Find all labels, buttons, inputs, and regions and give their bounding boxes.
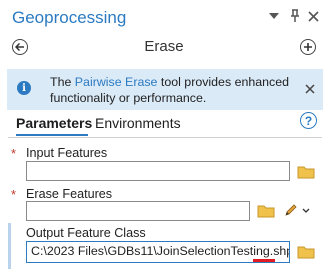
sketch-dropdown-icon[interactable]: [302, 206, 310, 216]
close-icon[interactable]: [305, 8, 321, 24]
tab-parameters[interactable]: Parameters: [16, 115, 92, 131]
tab-environments[interactable]: Environments: [95, 115, 181, 131]
pin-icon[interactable]: [287, 8, 303, 24]
erase-features-browse-folder-icon[interactable]: [257, 204, 275, 223]
input-features-browse-folder-icon[interactable]: [297, 165, 315, 184]
required-marker: *: [11, 187, 17, 202]
pairwise-erase-link[interactable]: Pairwise Erase: [75, 75, 158, 89]
red-underline-annotation: [253, 259, 275, 262]
banner-text: The Pairwise Erase tool provides enhance…: [50, 74, 295, 106]
help-icon[interactable]: ?: [300, 112, 317, 129]
active-tab-underline: [16, 134, 88, 136]
input-features-field[interactable]: [26, 161, 290, 181]
output-feature-class-label: Output Feature Class: [26, 226, 146, 240]
tab-separator: [8, 137, 322, 138]
erase-features-field[interactable]: [26, 201, 250, 221]
tool-name: Erase: [144, 38, 184, 55]
tab-bar: Parameters Environments: [0, 112, 328, 136]
title-bar: Geoprocessing: [0, 0, 328, 36]
input-features-label: Input Features: [26, 146, 108, 160]
pane-title: Geoprocessing: [12, 8, 127, 27]
required-marker: *: [11, 146, 17, 161]
banner-close-icon[interactable]: [305, 82, 315, 97]
sketch-pencil-icon[interactable]: [284, 203, 298, 222]
erase-features-label: Erase Features: [26, 187, 113, 201]
dropdown-icon[interactable]: [266, 8, 282, 24]
info-icon: i: [17, 81, 31, 95]
active-parameter-indicator: [8, 223, 11, 269]
banner-prefix: The: [50, 75, 75, 89]
info-banner: i The Pairwise Erase tool provides enhan…: [7, 69, 323, 110]
output-feature-class-field[interactable]: C:\2023 Files\GDBs11\JoinSelectionTestin…: [26, 241, 290, 263]
output-browse-folder-icon[interactable]: [297, 245, 315, 264]
